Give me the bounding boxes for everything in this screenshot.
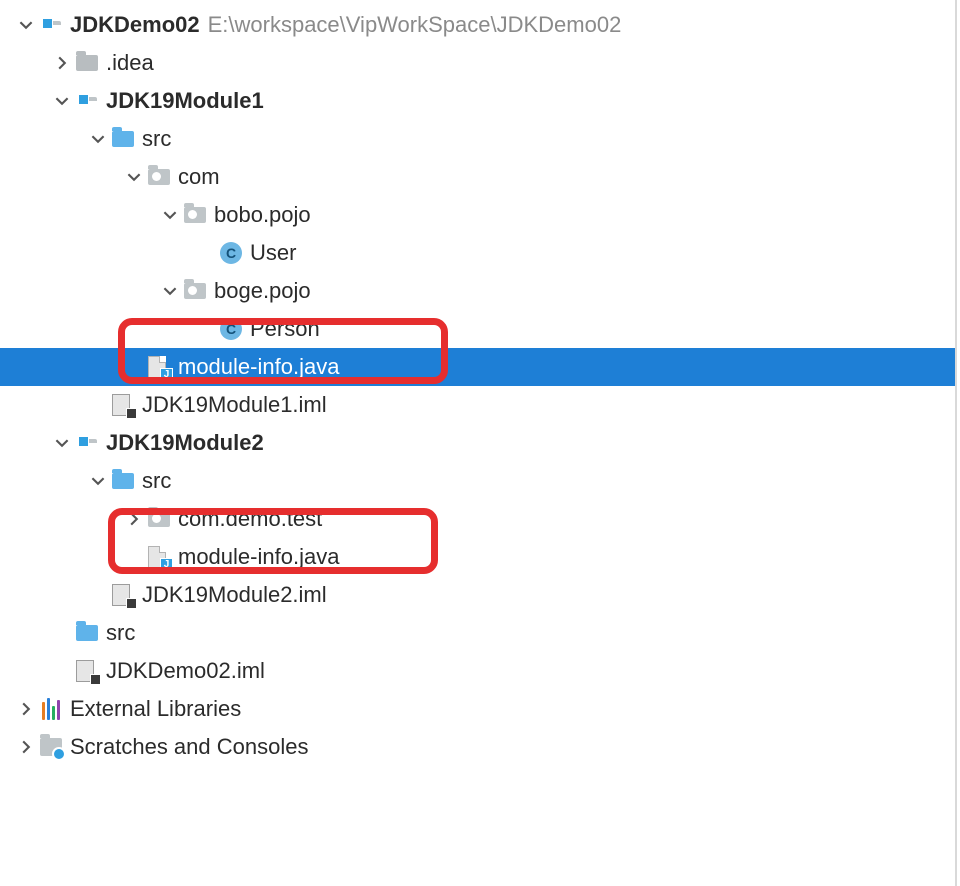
libraries-icon xyxy=(38,696,64,722)
module2-label: JDK19Module2 xyxy=(106,430,264,456)
tree-node-project-src[interactable]: src xyxy=(0,614,955,652)
tree-node-external-libraries[interactable]: External Libraries xyxy=(0,690,955,728)
iml-file-icon xyxy=(110,392,136,418)
chevron-down-icon[interactable] xyxy=(14,18,38,32)
tree-node-scratches[interactable]: Scratches and Consoles xyxy=(0,728,955,766)
package-icon xyxy=(146,506,172,532)
bobo-pojo-label: bobo.pojo xyxy=(214,202,311,228)
iml-file-icon xyxy=(74,658,100,684)
tree-node-module2-src[interactable]: src xyxy=(0,462,955,500)
tree-node-jdkdemo02[interactable]: JDKDemo02 E:\workspace\VipWorkSpace\JDKD… xyxy=(0,6,955,44)
java-file-icon: J xyxy=(146,354,172,380)
chevron-right-icon[interactable] xyxy=(50,56,74,70)
tree-node-com[interactable]: com xyxy=(0,158,955,196)
module1-iml-label: JDK19Module1.iml xyxy=(142,392,327,418)
tree-node-user-class[interactable]: C User xyxy=(0,234,955,272)
iml-file-icon xyxy=(110,582,136,608)
external-libraries-label: External Libraries xyxy=(70,696,241,722)
module-icon xyxy=(74,430,100,456)
boge-pojo-label: boge.pojo xyxy=(214,278,311,304)
tree-node-module2-module-info[interactable]: J module-info.java xyxy=(0,538,955,576)
module-icon xyxy=(38,12,64,38)
tree-node-boge-pojo[interactable]: boge.pojo xyxy=(0,272,955,310)
project-name: JDKDemo02 xyxy=(70,12,200,38)
tree-node-project-iml[interactable]: JDKDemo02.iml xyxy=(0,652,955,690)
comdemotest-label: com.demo.test xyxy=(178,506,322,532)
tree-node-com-demo-test[interactable]: com.demo.test xyxy=(0,500,955,538)
package-icon xyxy=(182,202,208,228)
chevron-down-icon[interactable] xyxy=(86,474,110,488)
tree-node-module1-module-info[interactable]: J module-info.java xyxy=(0,348,955,386)
module1-moduleinfo-label: module-info.java xyxy=(178,354,339,380)
tree-node-module1[interactable]: JDK19Module1 xyxy=(0,82,955,120)
chevron-right-icon[interactable] xyxy=(122,512,146,526)
package-icon xyxy=(182,278,208,304)
chevron-down-icon[interactable] xyxy=(158,208,182,222)
person-class-label: Person xyxy=(250,316,320,342)
package-icon xyxy=(146,164,172,190)
class-icon: C xyxy=(218,316,244,342)
chevron-down-icon[interactable] xyxy=(86,132,110,146)
tree-node-person-class[interactable]: C Person xyxy=(0,310,955,348)
module2-src-label: src xyxy=(142,468,171,494)
tree-node-idea[interactable]: .idea xyxy=(0,44,955,82)
chevron-right-icon[interactable] xyxy=(14,702,38,716)
module2-iml-label: JDK19Module2.iml xyxy=(142,582,327,608)
chevron-down-icon[interactable] xyxy=(50,436,74,450)
project-tree[interactable]: JDKDemo02 E:\workspace\VipWorkSpace\JDKD… xyxy=(0,0,957,886)
tree-node-module2-iml[interactable]: JDK19Module2.iml xyxy=(0,576,955,614)
scratches-label: Scratches and Consoles xyxy=(70,734,308,760)
project-path: E:\workspace\VipWorkSpace\JDKDemo02 xyxy=(208,12,622,38)
chevron-right-icon[interactable] xyxy=(14,740,38,754)
class-icon: C xyxy=(218,240,244,266)
tree-node-bobo-pojo[interactable]: bobo.pojo xyxy=(0,196,955,234)
java-file-icon: J xyxy=(146,544,172,570)
com-label: com xyxy=(178,164,220,190)
folder-icon xyxy=(74,50,100,76)
user-class-label: User xyxy=(250,240,296,266)
idea-folder-label: .idea xyxy=(106,50,154,76)
source-folder-icon xyxy=(74,620,100,646)
project-src-label: src xyxy=(106,620,135,646)
chevron-down-icon[interactable] xyxy=(158,284,182,298)
tree-node-module1-iml[interactable]: JDK19Module1.iml xyxy=(0,386,955,424)
chevron-down-icon[interactable] xyxy=(122,170,146,184)
tree-node-module2[interactable]: JDK19Module2 xyxy=(0,424,955,462)
tree-node-module1-src[interactable]: src xyxy=(0,120,955,158)
module-icon xyxy=(74,88,100,114)
module2-moduleinfo-label: module-info.java xyxy=(178,544,339,570)
source-folder-icon xyxy=(110,468,136,494)
chevron-down-icon[interactable] xyxy=(50,94,74,108)
src-label: src xyxy=(142,126,171,152)
source-folder-icon xyxy=(110,126,136,152)
module1-label: JDK19Module1 xyxy=(106,88,264,114)
scratches-icon xyxy=(38,734,64,760)
project-iml-label: JDKDemo02.iml xyxy=(106,658,265,684)
